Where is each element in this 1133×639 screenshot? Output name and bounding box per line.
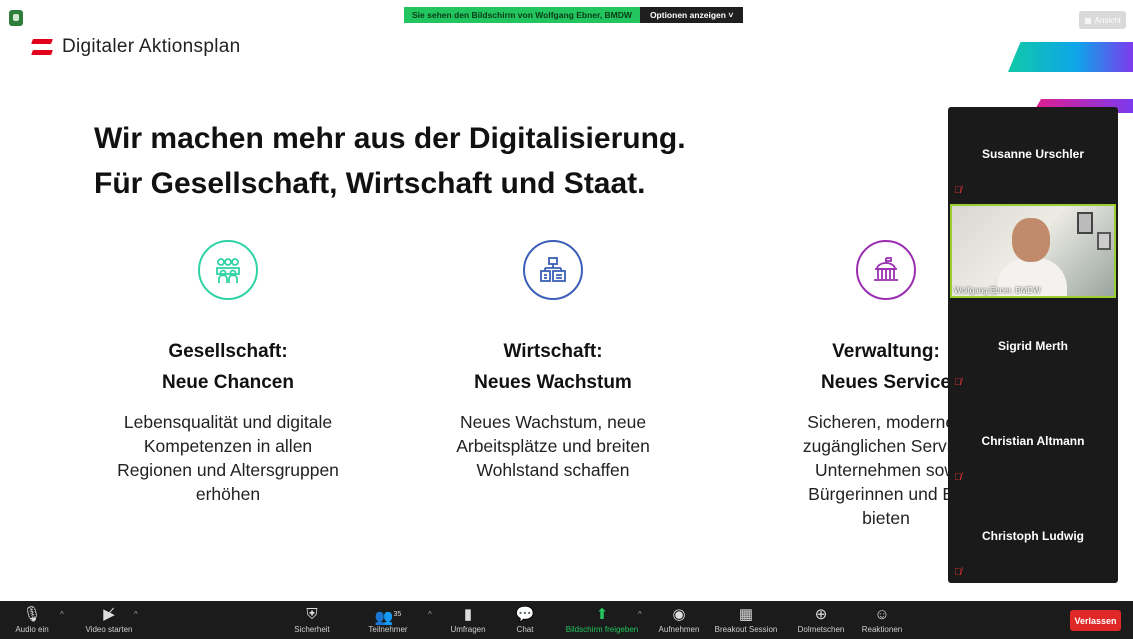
toolbar-label: Video starten [85,625,133,634]
leave-meeting-button[interactable]: Verlassen [1070,610,1121,631]
heading-line: Wirtschaft: [503,341,603,362]
slide-logo: Digitaler Aktionsplan [31,36,241,58]
grid-icon: ▦ [1084,15,1092,25]
chat-bubble-icon: 💬 [515,606,535,623]
record-icon: ◉ [672,606,686,623]
toolbar-label: Chat [516,625,534,634]
video-button[interactable]: ▶̸ Video starten [78,605,140,634]
column-text: Neues Wachstum, neue Arbeitsplätze und b… [413,410,693,482]
muted-mic-icon: 🎙̸ [954,567,962,578]
slide-headline: Wir machen mehr aus der Digitalisierung.… [94,116,686,206]
video-options-caret-icon[interactable]: ^ [134,610,138,619]
toolbar-label: Aufnehmen [658,625,700,634]
screen-share-banner: Sie sehen den Bildschirm von Wolfgang Eb… [404,7,744,23]
globe-icon: ⊕ [814,606,828,623]
text-line: Regionen und Altersgruppen [117,460,339,480]
heading-line: Gesellschaft: [168,341,288,362]
participants-panel[interactable]: Susanne Urschler 🎙̸ Wolfgang Ebner, BMDW… [948,107,1118,583]
logo-text: Digitaler Aktionsplan [62,36,241,57]
toolbar-label: Audio ein [15,625,49,634]
person-head [1012,218,1050,262]
participant-video-tile[interactable]: Wolfgang Ebner, BMDW [950,204,1116,298]
view-button-label: Ansicht [1094,15,1121,25]
participants-options-caret-icon[interactable]: ^ [428,610,432,619]
bar-chart-icon: ▮ [463,606,473,623]
security-shield-icon[interactable] [9,10,23,26]
muted-mic-icon: 🎙̸ [954,377,962,388]
headline-line: Wir machen mehr aus der Digitalisierung. [94,122,686,155]
text-line: Wohlstand schaffen [476,460,630,480]
text-line: Arbeitsplätze und breiten [456,436,650,456]
toolbar-label: Umfragen [450,625,486,634]
view-options-button[interactable]: Optionen anzeigen ˅ [639,7,744,23]
reactions-button[interactable]: ☺ Reaktionen [856,605,908,634]
participant-name: Wolfgang Ebner, BMDW [954,286,1041,295]
government-building-icon [856,240,916,300]
column-heading: Gesellschaft: Neue Chancen [88,336,368,398]
decorative-stripe [1008,42,1133,72]
participant-tile[interactable]: Sigrid Merth 🎙̸ [948,299,1118,393]
toolbar-label: Bildschirm freigeben [565,625,639,634]
polls-button[interactable]: ▮ Umfragen [444,605,492,634]
text-line: Lebensqualität und digitale [123,412,333,432]
interpretation-button[interactable]: ⊕ Dolmetschen [790,605,852,634]
participant-name: Sigrid Merth [997,339,1068,353]
toolbar-label: Dolmetschen [797,625,845,634]
business-org-icon [523,240,583,300]
column-heading: Wirtschaft: Neues Wachstum [413,336,693,398]
picture-frame [1077,212,1093,234]
heading-line: Neues Wachstum [474,372,632,393]
share-options-caret-icon[interactable]: ^ [638,610,642,619]
view-button[interactable]: ▦ Ansicht [1079,11,1126,29]
flag-logo-icon [31,39,53,55]
participant-tile[interactable]: Susanne Urschler 🎙̸ [948,107,1118,201]
picture-frame [1097,232,1111,250]
share-banner-text: Sie sehen den Bildschirm von Wolfgang Eb… [404,7,640,23]
column-gesellschaft: Gesellschaft: Neue Chancen Lebensqualitä… [88,240,368,506]
muted-mic-icon: 🎙̸ [954,185,962,196]
toolbar-label: Breakout Session [714,625,778,634]
toolbar-label: Teilnehmer [368,625,408,634]
muted-mic-icon: 🎙̸ [954,472,962,483]
breakout-grid-icon: ▦ [738,606,754,623]
participants-button[interactable]: 👥35 Teilnehmer [360,605,416,634]
muted-microphone-icon: 🎙 [22,606,42,623]
headline-line: Für Gesellschaft, Wirtschaft und Staat. [94,167,646,200]
people-group-icon [198,240,258,300]
participants-icon: 👥35 [374,609,402,626]
heading-line: Neue Chancen [162,372,294,393]
chat-button[interactable]: 💬 Chat [506,605,544,634]
toolbar-label: Reaktionen [861,625,903,634]
participant-name: Susanne Urschler [981,147,1085,161]
participant-name: Christian Altmann [981,434,1085,448]
shield-icon: ⛨ [306,606,318,623]
share-screen-button[interactable]: ⬆ Bildschirm freigeben [558,605,646,634]
audio-button[interactable]: 🎙 Audio ein [8,605,56,634]
toolbar-label: Sicherheit [294,625,330,634]
text-line: Neues Wachstum, neue [459,412,647,432]
security-button[interactable]: ⛨ Sicherheit [288,605,336,634]
participant-name: Christoph Ludwig [982,529,1084,543]
text-line: Kompetenzen in allen [143,436,313,456]
participant-tile[interactable]: Christoph Ludwig 🎙̸ [948,489,1118,583]
smiley-icon: ☺ [874,606,890,623]
column-wirtschaft: Wirtschaft: Neues Wachstum Neues Wachstu… [413,240,693,482]
meeting-toolbar: 🎙 Audio ein ^ ▶̸ Video starten ^ ⛨ Siche… [0,601,1133,639]
share-screen-icon: ⬆ [595,606,609,623]
text-line: erhöhen [195,484,261,504]
record-button[interactable]: ◉ Aufnehmen [654,605,704,634]
breakout-button[interactable]: ▦ Breakout Session [710,605,782,634]
video-off-icon: ▶̸ [103,606,115,623]
audio-options-caret-icon[interactable]: ^ [60,610,64,619]
participant-count: 35 [393,611,402,618]
column-text: Lebensqualität und digitale Kompetenzen … [88,410,368,506]
participant-tile[interactable]: Christian Altmann 🎙̸ [948,394,1118,488]
